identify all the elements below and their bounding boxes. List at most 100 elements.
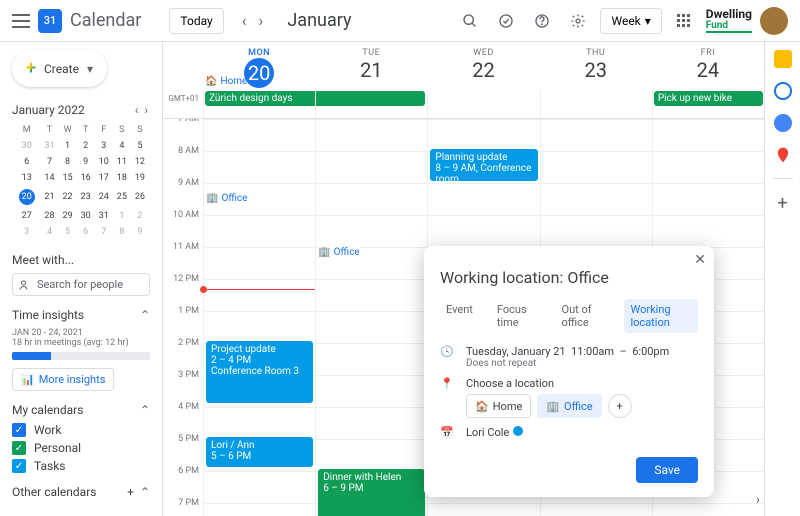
mini-day[interactable]: 30 [14,139,39,153]
mini-day[interactable]: 7 [96,225,112,239]
mini-day[interactable]: 29 [60,209,76,223]
mini-day[interactable]: 3 [14,225,39,239]
mini-day[interactable]: 19 [132,171,148,185]
day-header-col[interactable]: TUE21 [315,42,427,90]
day-mon[interactable]: 🏢 Office Project update2 – 4 PMConferenc… [203,119,315,516]
mini-day[interactable]: 25 [114,187,130,207]
day-header-col[interactable]: FRI24 [652,42,764,90]
close-button[interactable]: ✕ [694,252,706,268]
mini-day[interactable]: 23 [78,187,94,207]
mini-day[interactable]: 2 [78,139,94,153]
mini-day[interactable]: 31 [96,209,112,223]
home-location-chip[interactable]: 🏠 Home [205,76,247,87]
day-header-col[interactable]: THU23 [540,42,652,90]
contacts-icon[interactable] [774,114,792,132]
cal-personal[interactable]: ✓Personal [12,441,150,455]
search-people-input[interactable]: Search for people [12,273,150,296]
cal-work[interactable]: ✓Work [12,423,150,437]
create-button[interactable]: + Create ▾ [12,50,107,87]
working-location-office[interactable]: 🏢 Office [318,247,359,258]
chevron-down-icon: ▾ [645,14,651,28]
popup-start[interactable]: 11:00am [571,345,614,358]
collapse-panel-button[interactable]: › [756,492,760,508]
mini-day[interactable]: 5 [60,225,76,239]
mini-day[interactable]: 27 [14,209,39,223]
add-icon[interactable]: + [127,485,134,499]
keep-icon[interactable] [774,50,792,68]
add-panel-icon[interactable]: + [774,193,792,211]
more-insights-button[interactable]: 📊More insights [12,368,114,391]
mini-day[interactable]: 20 [14,187,39,207]
mini-day[interactable]: 7 [41,155,57,169]
mini-day[interactable]: 15 [60,171,76,185]
my-calendars-title[interactable]: My calendars⌃ [12,403,150,417]
event-dinner[interactable]: Dinner with Helen6 – 9 PM [318,469,425,516]
prev-button[interactable]: ‹ [238,9,251,32]
tab-ooo[interactable]: Out of office [556,299,613,333]
mini-day[interactable]: 1 [60,139,76,153]
mini-day[interactable]: 13 [14,171,39,185]
avatar[interactable] [760,7,788,35]
mini-next[interactable]: › [142,103,150,117]
mini-day[interactable]: 4 [114,139,130,153]
mini-day[interactable]: 14 [41,171,57,185]
mini-day[interactable]: 17 [96,171,112,185]
mini-day[interactable]: 22 [60,187,76,207]
mini-day[interactable]: 26 [132,187,148,207]
settings-icon[interactable] [564,7,592,35]
mini-day[interactable]: 10 [96,155,112,169]
apps-icon[interactable] [670,7,698,35]
save-button[interactable]: Save [636,457,698,483]
tab-event[interactable]: Event [440,299,479,333]
mini-day[interactable]: 18 [114,171,130,185]
mini-day[interactable]: 21 [41,187,57,207]
popup-end[interactable]: 6:00pm [632,345,669,358]
mini-day[interactable]: 6 [78,225,94,239]
mini-day[interactable]: 5 [132,139,148,153]
mini-day[interactable]: 8 [114,225,130,239]
working-location-office[interactable]: 🏢 Office [206,193,247,204]
mini-prev[interactable]: ‹ [133,103,141,117]
mini-day[interactable]: 28 [41,209,57,223]
today-button[interactable]: Today [169,8,223,34]
popup-cal-name[interactable]: Lori Cole [466,426,509,439]
day-header-col[interactable]: WED22 [427,42,539,90]
search-icon[interactable] [456,7,484,35]
maps-icon[interactable] [774,146,792,164]
view-selector[interactable]: Week ▾ [600,8,661,34]
location-office-button[interactable]: 🏢 Office [537,394,601,418]
location-add-button[interactable]: + [608,394,632,418]
time-insights-title[interactable]: Time insights⌃ [12,308,150,322]
event-planning[interactable]: Planning update8 – 9 AM, Conference room [430,149,537,181]
mini-day[interactable]: 4 [41,225,57,239]
tab-focus[interactable]: Focus time [491,299,544,333]
mini-day[interactable]: 9 [78,155,94,169]
next-button[interactable]: › [255,9,268,32]
popup-date[interactable]: Tuesday, January 21 [466,345,566,358]
search-placeholder: Search for people [37,278,123,291]
mini-day[interactable]: 24 [96,187,112,207]
help-icon[interactable] [528,7,556,35]
event-bike[interactable]: Pick up new bike [654,91,763,106]
mini-day[interactable]: 31 [41,139,57,153]
mini-day[interactable]: 9 [132,225,148,239]
mini-day[interactable]: 2 [132,209,148,223]
mini-day[interactable]: 11 [114,155,130,169]
cal-tasks[interactable]: ✓Tasks [12,459,150,473]
other-calendars-title[interactable]: Other calendars+⌃ [12,485,150,499]
mini-day[interactable]: 8 [60,155,76,169]
event-project[interactable]: Project update2 – 4 PMConference Room 3 [206,341,313,403]
event-lori[interactable]: Lori / Ann5 – 6 PM [206,437,313,467]
mini-day[interactable]: 30 [78,209,94,223]
location-home-button[interactable]: 🏠 Home [466,394,531,418]
mini-day[interactable]: 3 [96,139,112,153]
tab-working-location[interactable]: Working location [624,299,698,333]
tasks-icon[interactable] [492,7,520,35]
mini-day[interactable]: 12 [132,155,148,169]
day-tue[interactable]: 🏢 Office Dinner with Helen6 – 9 PM [315,119,427,516]
tasks-panel-icon[interactable] [774,82,792,100]
mini-day[interactable]: 16 [78,171,94,185]
menu-icon[interactable] [12,12,30,30]
mini-day[interactable]: 6 [14,155,39,169]
mini-day[interactable]: 1 [114,209,130,223]
